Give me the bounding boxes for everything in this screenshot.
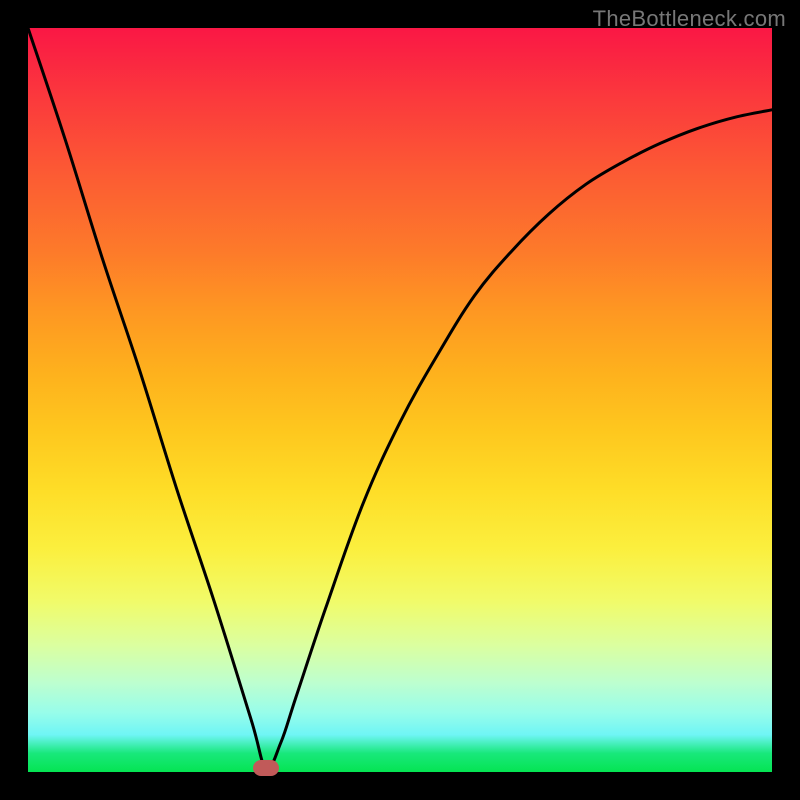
curve-svg [28,28,772,772]
chart-container: TheBottleneck.com [0,0,800,800]
plot-area [28,28,772,772]
series-curve [28,28,772,769]
min-marker [253,760,279,776]
watermark-text: TheBottleneck.com [593,6,786,32]
